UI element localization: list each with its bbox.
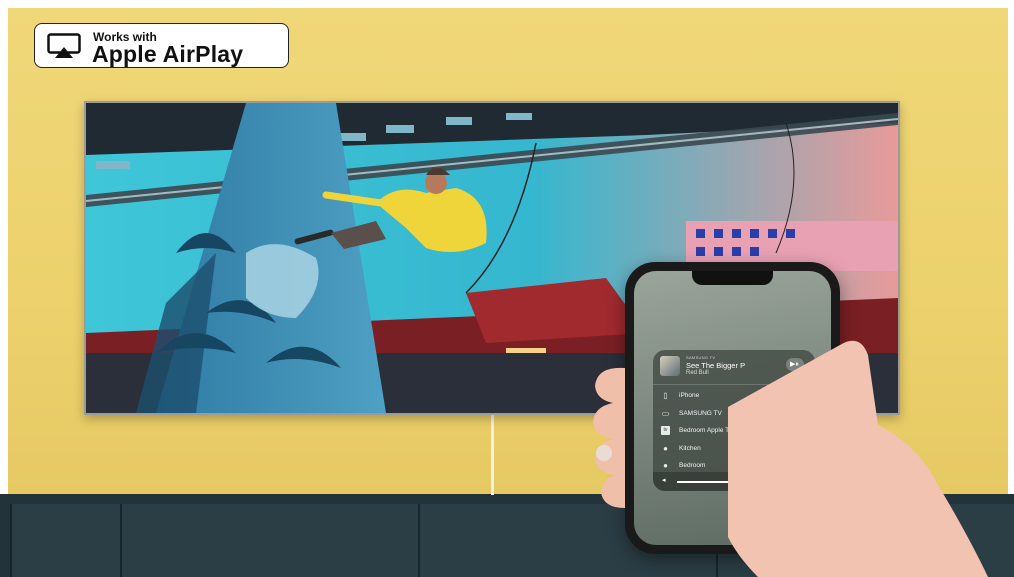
speaker-icon: ● xyxy=(663,461,668,470)
tv-cable xyxy=(491,415,494,495)
checkmark-icon: ✓ xyxy=(796,407,803,417)
play-pause-icon: ▶⏸ xyxy=(790,361,799,368)
stand-panel xyxy=(120,504,418,577)
select-circle[interactable] xyxy=(796,461,804,469)
volume-fill xyxy=(677,481,746,483)
volume-slider[interactable] xyxy=(677,478,787,486)
select-circle[interactable] xyxy=(796,443,804,452)
airplay-icon xyxy=(47,33,81,58)
appletv-icon: tv xyxy=(661,426,670,435)
now-playing[interactable]: SAMSUNG TV See The Bigger P Red Bull ▶⏸ xyxy=(653,350,815,385)
device-row-iphone[interactable]: ▯ iPhone xyxy=(653,387,815,405)
badge-line2: Apple AirPlay xyxy=(92,41,244,67)
stand-panel xyxy=(10,504,120,577)
device-label: iPhone xyxy=(679,392,700,399)
now-playing-artist: Red Bull xyxy=(686,370,709,376)
volume-control: ◂ ◂)) xyxy=(653,472,815,491)
device-row-samsung-tv[interactable]: ▭ SAMSUNG TV ✓ xyxy=(653,405,815,423)
iphone-icon: ▯ xyxy=(663,391,668,400)
tv-icon: ▭ xyxy=(661,408,670,418)
volume-low-icon: ◂ xyxy=(662,477,666,484)
album-art xyxy=(660,356,680,376)
device-row-bedroom-apple-tv[interactable]: tv Bedroom Apple TV xyxy=(653,422,815,440)
iphone: SAMSUNG TV See The Bigger P Red Bull ▶⏸ … xyxy=(625,262,840,554)
now-playing-title: See The Bigger P xyxy=(686,361,746,370)
device-label: Bedroom Apple TV xyxy=(679,427,734,434)
airplay-menu: SAMSUNG TV See The Bigger P Red Bull ▶⏸ … xyxy=(653,350,815,491)
now-playing-device: SAMSUNG TV xyxy=(686,355,716,360)
homepod-icon: ● xyxy=(663,443,668,453)
device-label: Bedroom xyxy=(679,462,706,469)
device-label: Kitchen xyxy=(679,444,701,452)
volume-high-icon: ◂)) xyxy=(797,477,806,484)
device-label: SAMSUNG TV xyxy=(679,409,722,417)
volume-knob[interactable] xyxy=(741,478,750,486)
play-pause-button[interactable]: ▶⏸ xyxy=(786,358,804,371)
device-row-kitchen[interactable]: ● Kitchen xyxy=(653,440,815,458)
product-scene: Works with Apple AirPlay SAMSUNG TV See … xyxy=(0,0,1014,577)
tv-stand xyxy=(0,494,1014,577)
iphone-screen: SAMSUNG TV See The Bigger P Red Bull ▶⏸ … xyxy=(634,271,831,545)
iphone-notch xyxy=(692,271,773,285)
airplay-device-list: ▯ iPhone ▭ SAMSUNG TV ✓ tv Bedroom Apple… xyxy=(653,387,815,475)
airplay-badge: Works with Apple AirPlay xyxy=(34,23,289,68)
